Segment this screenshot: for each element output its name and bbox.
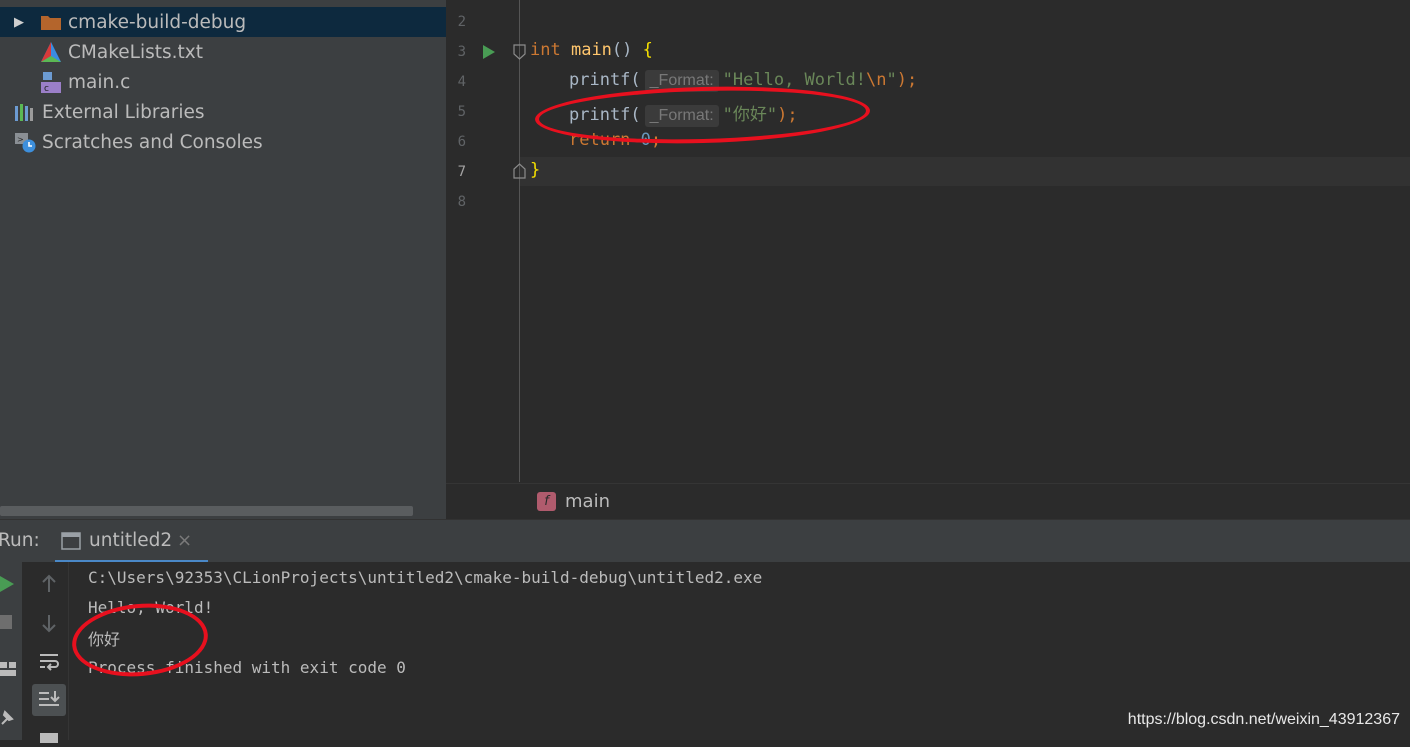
libraries-icon [14,101,36,123]
fold-icon[interactable] [513,44,526,64]
horizontal-scrollbar[interactable] [0,506,413,516]
tree-item-scratches[interactable]: > Scratches and Consoles [0,127,446,157]
tree-item-label: CMakeLists.txt [68,41,203,63]
project-panel: ▶ cmake-build-debug CMakeLists.txt c mai… [0,0,446,519]
run-left-toolbar [0,562,22,740]
code-line-3: int main() { [530,40,653,60]
expand-arrow-icon[interactable]: ▶ [14,15,28,30]
line-number: 7 [457,164,466,180]
scratches-icon: > [14,131,36,153]
pin-icon[interactable] [0,708,16,730]
layout-icon[interactable] [0,660,16,682]
console-line: Hello, World! [88,598,214,617]
console-icon [61,532,81,554]
tree-item-cmakelists[interactable]: CMakeLists.txt [0,37,446,67]
rerun-icon[interactable] [0,574,16,598]
parameter-hint: _Format: [644,105,719,127]
function-badge-icon: f [537,492,556,511]
code-line-6: return 0; [569,130,662,150]
tree-item-cmake-build-debug[interactable]: ▶ cmake-build-debug [0,7,446,37]
code-editor[interactable]: 2 3 4 5 6 7 8 int main() { printf(_Forma… [446,0,1410,519]
code-line-4: printf(_Format: "Hello, World!\n"); [569,70,918,92]
console-line: C:\Users\92353\CLionProjects\untitled2\c… [88,568,763,587]
line-number: 6 [457,134,466,150]
current-line-highlight [520,157,1410,186]
console-line: Process finished with exit code 0 [88,658,406,677]
c-file-icon: c [40,71,62,94]
editor-breadcrumb-bar: f main [446,483,1410,519]
line-number: 3 [457,44,466,60]
cmake-file-icon [40,41,62,63]
line-number: 4 [457,74,466,90]
code-line-7: } [530,160,541,180]
tree-item-label: External Libraries [42,101,205,123]
stop-icon[interactable] [0,614,14,634]
run-label: Run: [0,530,40,551]
scroll-up-icon[interactable] [40,574,58,598]
scroll-down-icon[interactable] [40,613,58,637]
run-tool-header: Run: untitled2 × [0,519,1410,563]
soft-wrap-icon[interactable] [38,652,60,676]
breadcrumb-main[interactable]: main [565,491,610,512]
scroll-to-end-icon[interactable] [32,684,66,716]
watermark: https://blog.csdn.net/weixin_43912367 [1127,711,1400,728]
print-icon[interactable] [38,728,60,747]
tree-item-label: Scratches and Consoles [42,131,263,153]
tab-label: untitled2 [89,530,173,551]
run-console-toolbar [30,562,69,743]
tab-untitled2[interactable]: untitled2 × [55,520,208,563]
tree-item-label: cmake-build-debug [68,11,247,33]
line-number: 8 [457,194,466,210]
tree-item-external-libraries[interactable]: External Libraries [0,97,446,127]
console-line: 你好 [88,630,121,649]
parameter-hint: _Format: [644,70,719,92]
folder-icon [40,11,62,33]
fold-icon[interactable] [513,163,526,183]
svg-text:c: c [44,84,49,93]
tree-item-main-c[interactable]: c main.c [0,67,446,97]
run-gutter-icon[interactable] [482,44,496,64]
svg-text:>: > [17,135,24,144]
gutter-separator [519,0,520,482]
line-number: 2 [457,14,466,30]
tree-item-label: main.c [68,71,131,93]
line-number: 5 [457,104,466,120]
code-line-5: printf(_Format: "你好"); [569,105,798,127]
close-tab-icon[interactable]: × [177,530,192,551]
